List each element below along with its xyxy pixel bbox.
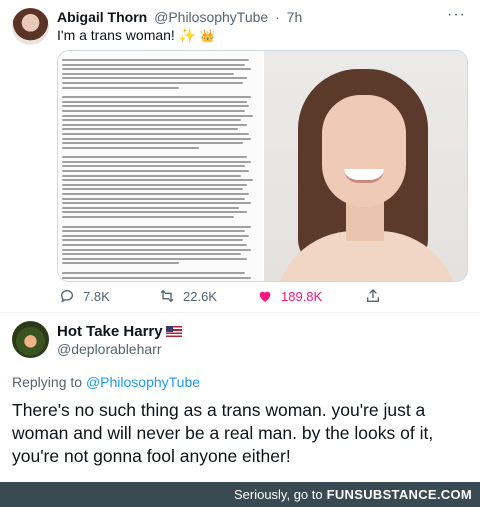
- reply-button[interactable]: 7.8K: [59, 288, 110, 304]
- tweet-divider: [0, 312, 480, 313]
- document-text-line: [62, 68, 252, 71]
- document-text-line: [62, 59, 250, 61]
- crown-icon: 👑: [200, 29, 215, 43]
- document-text-line: [62, 142, 244, 145]
- document-text-line: [62, 146, 199, 149]
- tweet-actions: 7.8K 22.6K 189.8K: [57, 288, 468, 306]
- retweet-icon: [160, 289, 174, 303]
- us-flag-icon: [165, 326, 182, 337]
- author-name[interactable]: Abigail Thorn: [57, 9, 147, 25]
- document-text-line: [62, 193, 250, 196]
- reply-author-name-row[interactable]: Hot Take Harry: [57, 323, 182, 340]
- document-text-line: [62, 253, 242, 256]
- document-text-line: [62, 271, 246, 274]
- document-text-line: [62, 63, 246, 66]
- document-text-line: [62, 100, 248, 103]
- document-text-line: [62, 179, 254, 182]
- document-text-line: [62, 188, 244, 191]
- document-text-line: [62, 160, 252, 163]
- reply-count: 7.8K: [83, 288, 110, 304]
- document-text-line: [62, 202, 252, 205]
- document-text-line: [62, 257, 248, 260]
- document-paragraph-gap: [62, 221, 257, 226]
- tweet-text-body: I'm a trans woman!: [57, 27, 175, 43]
- document-text-line: [62, 211, 248, 214]
- document-text-line: [62, 216, 234, 218]
- replying-to-line: Replying to @PhilosophyTube: [12, 374, 200, 390]
- document-text-line: [62, 86, 179, 89]
- document-text-line: [62, 262, 179, 265]
- document-text-line: [62, 105, 250, 108]
- reply-icon: [60, 289, 74, 303]
- document-text-line: [62, 197, 246, 200]
- document-text-line: [62, 81, 244, 84]
- sparkles-icon: ✨: [178, 27, 197, 43]
- share-button[interactable]: [365, 288, 381, 304]
- document-text-line: [62, 174, 242, 177]
- document-text-line: [62, 234, 250, 237]
- separator-dot: ·: [275, 9, 280, 25]
- reply-author-name[interactable]: Hot Take Harry: [57, 323, 163, 340]
- document-text-line: [62, 239, 244, 242]
- document-text-line: [62, 183, 248, 186]
- portrait-neck: [346, 201, 384, 241]
- portrait-face: [322, 95, 406, 207]
- document-text-line: [62, 96, 252, 99]
- tweet-text: I'm a trans woman! ✨ 👑: [57, 27, 215, 44]
- document-text-line: [62, 276, 252, 279]
- statement-document-image[interactable]: [58, 51, 263, 282]
- tweet-header: Abigail Thorn @PhilosophyTube · 7h: [57, 9, 302, 25]
- share-icon: [367, 289, 379, 302]
- document-text-line: [62, 156, 248, 159]
- document-text-line: [62, 170, 250, 173]
- document-text-line: [62, 225, 252, 228]
- document-text-line: [62, 206, 240, 209]
- author-handle[interactable]: @PhilosophyTube: [154, 9, 268, 25]
- reply-author-handle[interactable]: @deplorableharr: [57, 341, 162, 357]
- document-text-line: [62, 114, 254, 117]
- footer-text: Seriously, go to: [233, 487, 323, 502]
- document-text-line: [62, 165, 246, 168]
- document-text-line: [62, 123, 248, 126]
- document-text-line: [62, 77, 248, 80]
- like-button[interactable]: 189.8K: [257, 288, 322, 304]
- tweet-time[interactable]: 7h: [287, 9, 303, 25]
- document-text-line: [62, 132, 250, 135]
- author-avatar[interactable]: [12, 8, 49, 45]
- more-options-icon[interactable]: ···: [447, 6, 466, 24]
- document-text-line: [62, 72, 234, 75]
- document-text-line: [62, 243, 248, 246]
- document-text-line: [62, 109, 246, 112]
- document-text-line: [62, 230, 246, 233]
- replying-to-label: Replying to: [12, 374, 83, 390]
- document-text-line: [62, 281, 247, 282]
- replying-to-link[interactable]: @PhilosophyTube: [86, 374, 200, 390]
- document-text-line: [62, 128, 238, 131]
- like-count: 189.8K: [281, 288, 323, 304]
- watermark-footer: Seriously, go to FUNSUBSTANCE.COM: [0, 482, 480, 507]
- reply-author-avatar[interactable]: [12, 321, 49, 358]
- document-text-line: [62, 248, 252, 251]
- document-text-line: [62, 119, 242, 122]
- tweet-media[interactable]: [57, 50, 468, 282]
- document-text-line: [62, 137, 252, 140]
- original-tweet[interactable]: Abigail Thorn @PhilosophyTube · 7h ··· I…: [0, 0, 480, 312]
- footer-brand-logo[interactable]: FUNSUBSTANCE.COM: [327, 487, 472, 502]
- retweet-count: 22.6K: [183, 288, 217, 304]
- heart-filled-icon: [259, 291, 271, 302]
- portrait-photo[interactable]: [264, 51, 467, 281]
- retweet-button[interactable]: 22.6K: [159, 288, 217, 304]
- reply-text: There's no such thing as a trans woman. …: [12, 400, 434, 466]
